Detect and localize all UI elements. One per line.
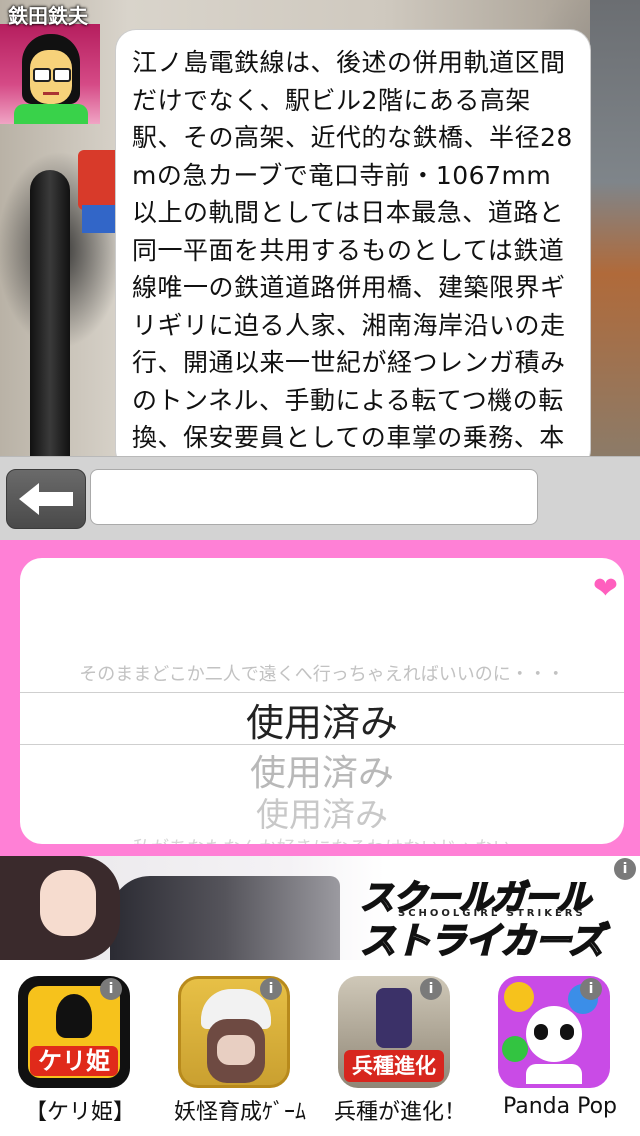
speaker-name: 鉄田鉄夫 — [8, 4, 88, 28]
picker-option-selected[interactable]: 使用済み — [20, 692, 624, 747]
ad-info-icon[interactable]: i — [614, 858, 636, 880]
message-text: 江ノ島電鉄線は、後述の併用軌道区間だけでなく、駅ビル2階にある高架駅、その高架、… — [132, 48, 573, 452]
background-building — [590, 0, 640, 456]
app-promo-row: ケリ姫 i 【ケリ姫】 i 妖怪育成ｹﾞｰﾑ 兵種進化 i 兵種が進化！ i P… — [0, 960, 640, 1136]
app-promo-heishu[interactable]: 兵種進化 i 兵種が進化！ — [320, 976, 480, 1126]
banner-ad[interactable]: スクールガール SCHOOLGIRL STRIKERS ストライカーズ i — [0, 856, 640, 960]
app-promo-panda-pop[interactable]: i Panda Pop — [480, 976, 640, 1126]
choice-picker[interactable]: ❤ そのままどこか二人で遠くへ行っちゃえればいいのに・・・ 使用済み 使用済み … — [20, 558, 624, 844]
app-label: 兵種が進化！ — [333, 1100, 466, 1125]
picker-option[interactable]: そのままどこか二人で遠くへ行っちゃえればいいのに・・・ — [20, 660, 624, 686]
left-arrow-icon — [19, 483, 73, 515]
back-button[interactable] — [6, 469, 86, 529]
ad-character-face — [40, 870, 96, 936]
info-icon[interactable]: i — [100, 978, 122, 1000]
picker-option[interactable]: 使用済み — [20, 788, 624, 836]
app-label: 妖怪育成ｹﾞｰﾑ — [173, 1100, 306, 1125]
ad-title-line2: ストライカーズ — [359, 920, 605, 960]
message-input[interactable] — [90, 469, 538, 525]
app-promo-keri-hime[interactable]: ケリ姫 i 【ケリ姫】 — [0, 976, 160, 1126]
background-pole — [30, 170, 70, 456]
info-icon[interactable]: i — [420, 978, 442, 1000]
info-icon[interactable]: i — [260, 978, 282, 1000]
app-label: 【ケリ姫】 — [24, 1100, 135, 1125]
speaker-avatar — [0, 24, 100, 124]
app-label: Panda Pop — [502, 1094, 618, 1119]
app-promo-yokai[interactable]: i 妖怪育成ｹﾞｰﾑ — [160, 976, 320, 1126]
info-icon[interactable]: i — [580, 978, 602, 1000]
input-bar — [0, 456, 640, 541]
ad-character-body — [110, 876, 340, 960]
picker-option[interactable]: 私があなたなんか好きになるわけないじゃない — [20, 834, 624, 844]
heart-icon: ❤ — [592, 571, 618, 606]
speech-bubble[interactable]: 江ノ島電鉄線は、後述の併用軌道区間だけでなく、駅ビル2階にある高架駅、その高架、… — [116, 30, 590, 456]
choice-picker-frame: ❤ そのままどこか二人で遠くへ行っちゃえればいいのに・・・ 使用済み 使用済み … — [0, 540, 640, 856]
chat-scene: 鉄田鉄夫 江ノ島電鉄線は、後述の併用軌道区間だけでなく、駅ビル2階にある高架駅、… — [0, 0, 640, 456]
